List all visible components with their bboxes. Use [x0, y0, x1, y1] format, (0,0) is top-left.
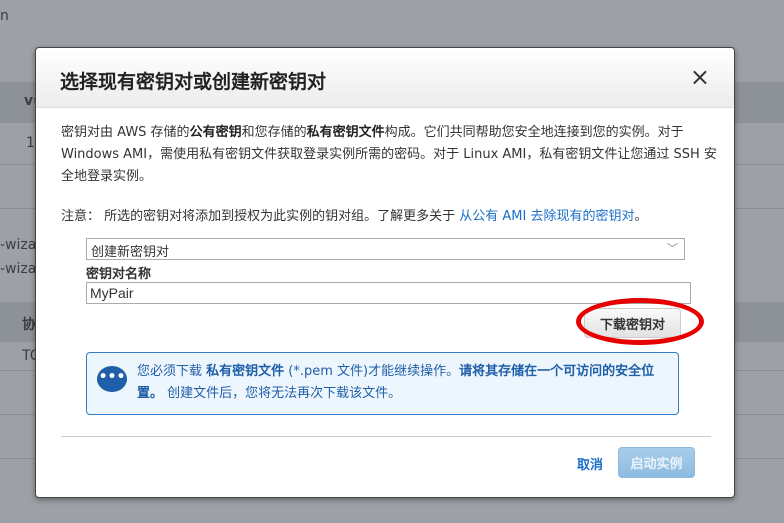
dialog-title: 选择现有密钥对或创建新密钥对 [60, 71, 327, 93]
bg-text: n [0, 8, 9, 24]
intro-text: 密钥对由 AWS 存储的公有密钥和您存储的私有密钥文件构成。它们共同帮助您安全地… [61, 125, 717, 184]
select-value: 创建新密钥对 [91, 245, 170, 260]
chat-bubble-icon: ••• [97, 366, 127, 392]
remove-keypair-link[interactable]: 从公有 AMI 去除现有的密钥对 [459, 209, 634, 224]
download-keypair-button[interactable]: 下载密钥对 [584, 308, 681, 338]
key-pair-dialog: 选择现有密钥对或创建新密钥对 × 密钥对由 AWS 存储的公有密钥和您存储的私有… [35, 47, 735, 498]
bg-text: 协 [22, 317, 36, 333]
cancel-button[interactable]: 取消 [577, 454, 603, 473]
info-alert: ••• 您必须下载 私有密钥文件 (*.pem 文件)才能继续操作。请将其存储在… [86, 352, 679, 415]
launch-instance-button[interactable]: 启动实例 [618, 447, 695, 478]
keypair-name-label: 密钥对名称 [86, 267, 152, 282]
chevron-down-icon: ﹀ [667, 242, 678, 255]
dialog-header: 选择现有密钥对或创建新密钥对 × [36, 48, 734, 108]
keypair-name-input[interactable] [86, 282, 691, 304]
footer-divider [61, 436, 711, 437]
bg-text: -wiza [0, 237, 37, 253]
keypair-select[interactable]: 创建新密钥对 ﹀ [86, 238, 685, 260]
bg-text: 1 [26, 135, 35, 151]
close-icon[interactable]: × [690, 63, 710, 91]
note-text: 注意： 所选的密钥对将添加到授权为此实例的钥对组。了解更多关于 从公有 AMI … [61, 209, 648, 224]
bg-text: -wiza [0, 261, 37, 277]
